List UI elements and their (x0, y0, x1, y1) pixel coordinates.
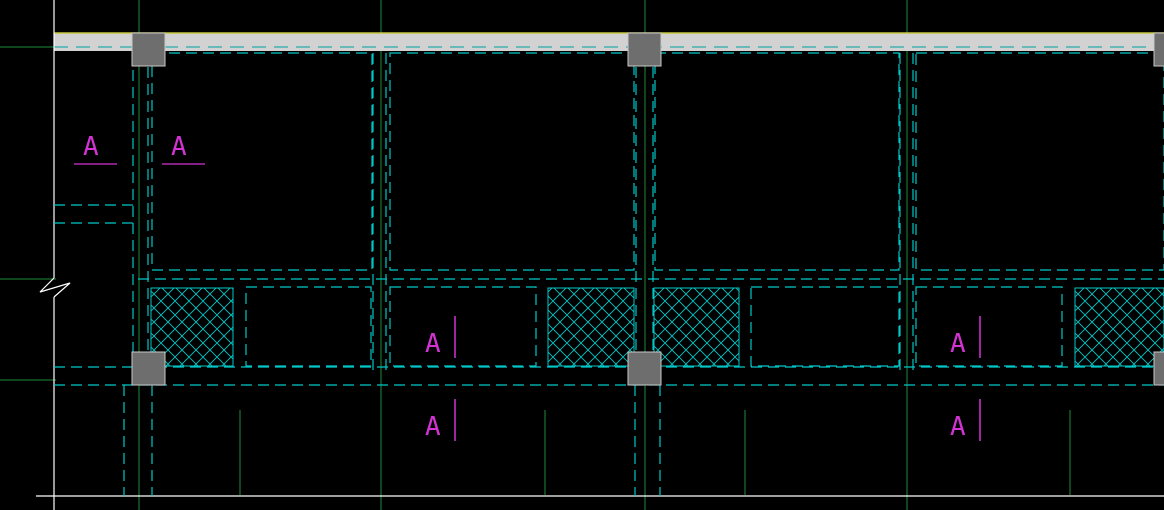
section-mark-1[interactable]: A (74, 132, 117, 165)
section-mark-5[interactable]: A (950, 316, 981, 359)
floor-plan-drawing[interactable]: A A A A A A (0, 0, 1164, 510)
cad-viewport[interactable]: A A A A A A (0, 0, 1164, 510)
top-wall-band[interactable] (54, 33, 1164, 51)
columns[interactable] (131, 32, 1164, 386)
section-mark-label: A (950, 329, 966, 359)
corridor-cell-2[interactable] (389, 286, 537, 367)
section-mark-label: A (425, 329, 441, 359)
section-mark-label: A (425, 412, 441, 442)
corridor-cell-1[interactable] (245, 286, 372, 367)
room-outline-3[interactable] (654, 52, 900, 271)
hatched-area-3[interactable] (653, 287, 740, 367)
boundary-lines (36, 0, 1164, 510)
section-mark-label: A (950, 412, 966, 442)
hatched-area-2[interactable] (547, 287, 635, 367)
square-column-icon[interactable] (131, 351, 166, 386)
section-mark-label: A (171, 132, 187, 162)
square-column-icon[interactable] (1153, 351, 1164, 386)
section-mark-3[interactable]: A (425, 316, 456, 359)
room-outline-4[interactable] (915, 52, 1164, 271)
section-mark-label: A (83, 132, 99, 162)
corridor-cell-4[interactable] (915, 286, 1063, 367)
section-mark-2[interactable]: A (162, 132, 205, 165)
top-wall[interactable] (54, 32, 1164, 51)
room-outline-2[interactable] (389, 52, 635, 271)
square-column-icon[interactable] (131, 32, 166, 67)
hatched-area-4[interactable] (1074, 287, 1164, 367)
square-column-icon[interactable] (627, 32, 662, 67)
break-line-icon (39, 277, 71, 298)
section-mark-6[interactable]: A (950, 399, 981, 442)
square-column-icon[interactable] (1153, 32, 1164, 67)
corridor-cell-3[interactable] (750, 286, 900, 367)
section-mark-4[interactable]: A (425, 399, 456, 442)
dashed-beams[interactable] (54, 52, 1164, 496)
grid-lines (0, 0, 1071, 510)
square-column-icon[interactable] (627, 351, 662, 386)
